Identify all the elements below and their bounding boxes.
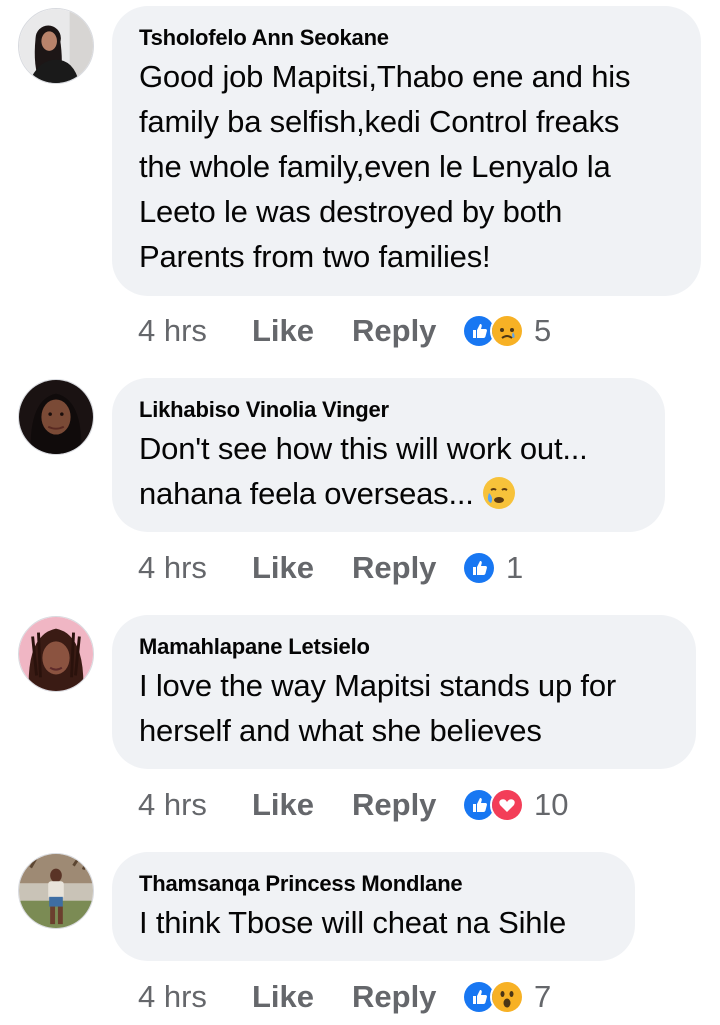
reply-button[interactable]: Reply: [352, 979, 462, 1015]
comment-author[interactable]: Mamahlapane Letsielo: [139, 633, 668, 661]
reaction-count: 7: [534, 979, 552, 1014]
comment-bubble: Tsholofelo Ann Seokane Good job Mapitsi,…: [112, 6, 701, 296]
reaction-summary[interactable]: 7: [462, 979, 551, 1015]
comment-text: Don't see how this will work out... naha…: [139, 431, 588, 511]
reaction-summary[interactable]: 1: [462, 550, 523, 586]
reaction-count: 5: [534, 313, 552, 348]
reaction-summary[interactable]: 5: [462, 313, 551, 349]
reaction-summary[interactable]: 10: [462, 787, 568, 823]
like-button[interactable]: Like: [252, 979, 352, 1015]
avatar[interactable]: [18, 616, 94, 692]
reaction-count: 10: [534, 787, 569, 822]
comment-actions: 4 hrs Like Reply 1: [138, 546, 523, 590]
comment-actions: 4 hrs Like Reply 7: [138, 975, 551, 1019]
comment-timestamp[interactable]: 4 hrs: [138, 787, 252, 823]
comment-text: I think Tbose will cheat na Sihle: [139, 905, 567, 940]
comment-author[interactable]: Likhabiso Vinolia Vinger: [139, 396, 637, 424]
comment-timestamp[interactable]: 4 hrs: [138, 550, 252, 586]
comment-bubble: Likhabiso Vinolia Vinger Don't see how t…: [112, 378, 665, 532]
reaction-count: 1: [506, 550, 524, 585]
wow-icon: [490, 980, 524, 1014]
comment-actions: 4 hrs Like Reply 10: [138, 783, 568, 827]
comment-author[interactable]: Tsholofelo Ann Seokane: [139, 24, 673, 52]
comment-text: I love the way Mapitsi stands up for her…: [139, 668, 616, 748]
reply-button[interactable]: Reply: [352, 313, 462, 349]
comment-actions: 4 hrs Like Reply 5: [138, 309, 551, 353]
comment-author[interactable]: Thamsanqa Princess Mondlane: [139, 870, 607, 898]
avatar[interactable]: [18, 8, 94, 84]
comment-timestamp[interactable]: 4 hrs: [138, 979, 252, 1015]
avatar[interactable]: [18, 853, 94, 929]
avatar[interactable]: [18, 379, 94, 455]
reply-button[interactable]: Reply: [352, 787, 462, 823]
like-button[interactable]: Like: [252, 550, 352, 586]
comment-bubble: Thamsanqa Princess Mondlane I think Tbos…: [112, 852, 635, 961]
sad-icon: [490, 314, 524, 348]
like-icon: [462, 551, 496, 585]
comment-timestamp[interactable]: 4 hrs: [138, 313, 252, 349]
like-button[interactable]: Like: [252, 313, 352, 349]
crying-face-emoji: [482, 476, 516, 510]
love-icon: [490, 788, 524, 822]
comment-text: Good job Mapitsi,Thabo ene and his famil…: [139, 59, 631, 274]
comment-bubble: Mamahlapane Letsielo I love the way Mapi…: [112, 615, 696, 769]
like-button[interactable]: Like: [252, 787, 352, 823]
reply-button[interactable]: Reply: [352, 550, 462, 586]
